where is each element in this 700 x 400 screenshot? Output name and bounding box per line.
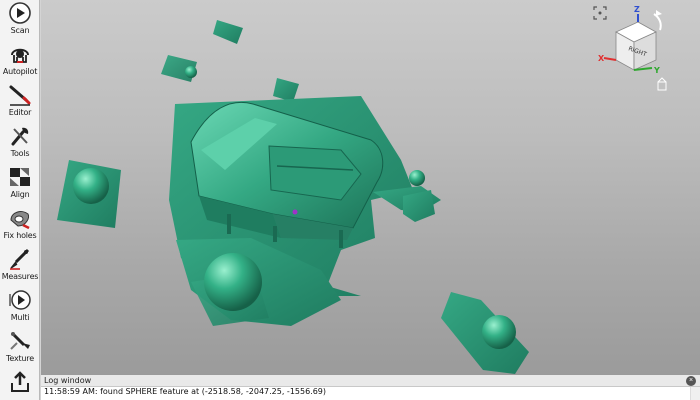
tools-icon — [11, 127, 29, 146]
toolbar-item-editor[interactable]: Editor — [0, 82, 40, 123]
x-axis-label: X — [598, 54, 605, 63]
toolbar-item-tools[interactable]: Tools — [0, 123, 40, 164]
toolbar-item-label: Multi — [10, 313, 30, 322]
log-window-title: Log window — [41, 375, 700, 387]
export-icon — [11, 371, 29, 392]
toolbar-item-texture[interactable]: Texture — [0, 328, 40, 369]
autopilot-icon — [11, 48, 29, 63]
z-axis-label: Z — [634, 5, 640, 14]
toolbar-item-scan[interactable]: Scan — [0, 0, 40, 41]
multi-icon — [9, 290, 31, 310]
calibration-plate-left — [57, 160, 121, 228]
scan-icon — [9, 2, 31, 24]
toolbar-item-label: Align — [10, 190, 30, 199]
home-view-icon[interactable] — [657, 77, 667, 91]
calibration-plate-right-lower — [441, 292, 529, 374]
left-toolbar: Scan Autopilot Editor Tools Align Fix ho… — [0, 0, 40, 400]
navigation-cube[interactable]: RIGHT X Y Z — [558, 0, 668, 100]
log-window: Log window × 11:58:59 AM: found SPHERE f… — [41, 374, 700, 400]
toolbar-item-label: Texture — [6, 354, 34, 363]
editor-icon — [9, 85, 31, 106]
close-icon[interactable]: × — [686, 376, 696, 386]
mesh-fragment — [161, 20, 299, 102]
toolbar-item-label: Editor — [8, 108, 32, 117]
texture-icon — [10, 331, 30, 350]
toolbar-item-autopilot[interactable]: Autopilot — [0, 41, 40, 82]
align-icon — [10, 168, 30, 186]
toolbar-item-export[interactable] — [0, 369, 40, 400]
toolbar-item-label: Scan — [10, 26, 30, 35]
toolbar-item-fix-holes[interactable]: Fix holes — [0, 205, 40, 246]
toolbar-item-measures[interactable]: Measures — [0, 246, 40, 287]
log-line: 11:58:59 AM: found SPHERE feature at (-2… — [44, 387, 327, 396]
toolbar-item-label: Fix holes — [3, 231, 37, 240]
fix-holes-icon — [10, 211, 30, 230]
toolbar-item-label: Measures — [1, 272, 39, 281]
y-axis-label: Y — [653, 66, 660, 75]
x-axis-line — [603, 57, 617, 61]
measures-icon — [10, 248, 30, 270]
rotate-arrow-icon[interactable] — [653, 13, 662, 31]
toolbar-item-align[interactable]: Align — [0, 164, 40, 205]
log-scrollbar[interactable] — [690, 387, 700, 400]
toolbar-item-label: Autopilot — [2, 67, 38, 76]
toolbar-item-label: Tools — [10, 149, 30, 158]
toolbar-item-multi[interactable]: Multi — [0, 287, 40, 328]
